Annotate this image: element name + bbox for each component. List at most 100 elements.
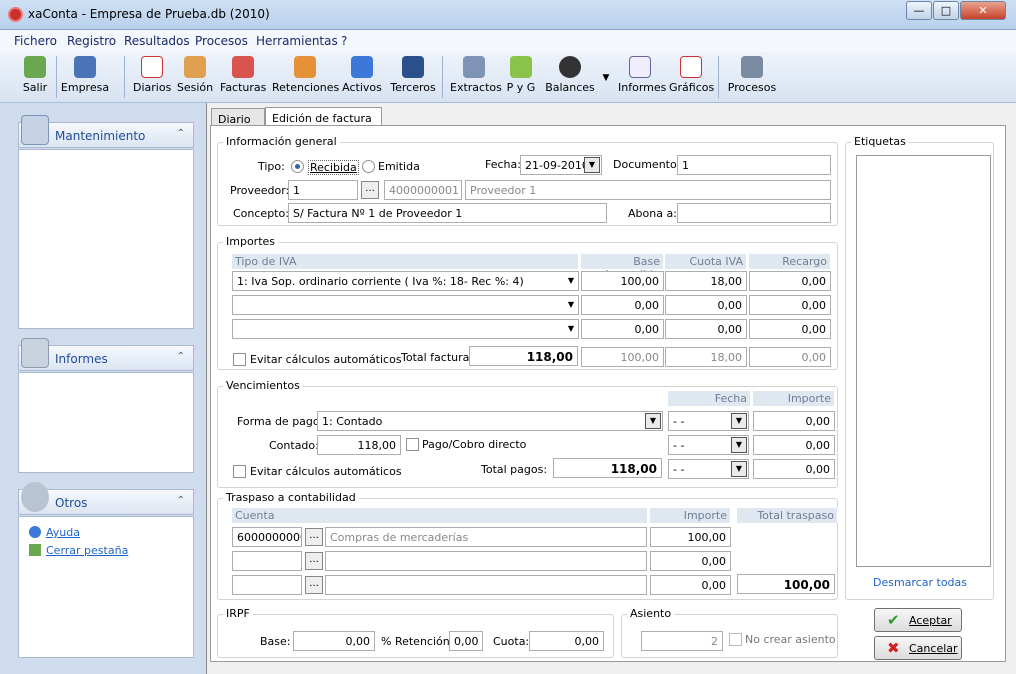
menu-resultados[interactable]: Resultados [124,34,190,48]
chart-icon [680,56,702,78]
recibida-radio[interactable] [291,160,304,173]
tipo-iva-select-1[interactable]: 1: Iva Sop. ordinario corriente ( Iva %:… [232,271,579,291]
sesion-button[interactable]: Sesión [176,56,214,100]
salir-button[interactable]: Salir [18,56,52,100]
evitar-calculos-checkbox[interactable] [233,353,246,366]
fecha-picker[interactable]: 21-09-2010 ▼ [520,155,602,175]
collapse-icon[interactable]: ⌃ [177,128,185,139]
venc-importe-3[interactable]: 0,00 [753,459,835,479]
cuenta-3[interactable] [232,575,302,595]
recargo-2[interactable]: 0,00 [749,295,831,315]
cuota-2[interactable]: 0,00 [665,295,747,315]
cuenta-2[interactable] [232,551,302,571]
venc-importe-1[interactable]: 0,00 [753,411,835,431]
venc-importe-2[interactable]: 0,00 [753,435,835,455]
balances-button[interactable]: Balances [545,56,595,100]
collapse-icon[interactable]: ⌃ [177,351,185,362]
col-traspaso-importe: Importe [650,508,731,523]
proveedor-lookup-button[interactable]: ... [361,181,379,199]
abona-field[interactable] [677,203,831,223]
recargo-1[interactable]: 0,00 [749,271,831,291]
chevron-down-icon: ▼ [567,276,574,285]
menu-registro[interactable]: Registro [67,34,116,48]
mantenimiento-header[interactable]: Mantenimiento ⌃ [18,115,194,148]
proveedor-field[interactable]: 1 [288,180,358,200]
pyg-button[interactable]: P y G [505,56,537,100]
aceptar-button[interactable]: ✔ Aceptar [874,608,962,632]
tipo-iva-select-2[interactable]: ▼ [232,295,579,315]
maximize-button[interactable]: □ [933,1,959,20]
chevron-down-icon: ▼ [731,461,747,477]
documento-field[interactable]: 1 [677,155,831,175]
pago-directo-checkbox[interactable] [406,438,419,451]
retenciones-button[interactable]: Retenciones [272,56,339,100]
extractos-button[interactable]: Extractos [450,56,502,100]
terceros-button[interactable]: Terceros [389,56,437,100]
building-icon [74,56,96,78]
concepto-field[interactable]: S/ Factura Nº 1 de Proveedor 1 [288,203,607,223]
cerrar-pestana-link[interactable]: Cerrar pestaña [29,544,128,557]
col-cuota: Cuota IVA [665,254,747,269]
asiento-numero: 2 [641,631,723,651]
irpf-base[interactable]: 0,00 [293,631,375,651]
balances-dropdown[interactable]: ▼ [599,56,613,100]
graficos-button[interactable]: Gráficos [669,56,714,100]
diarios-button[interactable]: Diarios [133,56,171,100]
col-base: Base imponible [581,254,664,281]
yin-yang-icon [559,56,581,78]
cuota-1[interactable]: 18,00 [665,271,747,291]
informes-button[interactable]: Informes [618,56,666,100]
title-bar: xaConta - Empresa de Prueba.db (2010) — … [0,0,1016,30]
cuenta-lookup-3[interactable]: ... [305,576,323,594]
sum-base: 100,00 [581,347,664,367]
forma-pago-select[interactable]: 1: Contado ▼ [317,411,663,431]
menu-help[interactable]: ? [341,34,347,48]
check-icon: ✔ [887,611,900,629]
venc-fecha-3[interactable]: - - ▼ [668,459,749,479]
close-tab-icon [29,544,41,556]
venc-fecha-2[interactable]: - - ▼ [668,435,749,455]
menu-herramientas[interactable]: Herramientas [256,34,338,48]
traspaso-importe-3[interactable]: 0,00 [650,575,731,595]
recargo-3[interactable]: 0,00 [749,319,831,339]
activos-button[interactable]: Activos [342,56,382,100]
close-button[interactable]: ✕ [960,1,1006,20]
informes-header[interactable]: Informes ⌃ [18,338,194,371]
empresa-button[interactable]: Empresa [60,56,110,100]
cuota-3[interactable]: 0,00 [665,319,747,339]
menu-fichero[interactable]: Fichero [14,34,57,48]
report-box-icon [21,338,49,368]
base-3[interactable]: 0,00 [581,319,664,339]
traspaso-importe-2[interactable]: 0,00 [650,551,731,571]
venc-fecha-1[interactable]: - - ▼ [668,411,749,431]
traspaso-importe-1[interactable]: 100,00 [650,527,731,547]
no-crear-asiento-checkbox[interactable] [729,633,742,646]
etiquetas-list[interactable] [856,155,991,567]
minimize-button[interactable]: — [906,1,932,20]
contado-field[interactable]: 118,00 [317,435,401,455]
evitar-calculos-venc-checkbox[interactable] [233,465,246,478]
app-icon [8,7,23,22]
emitida-radio[interactable] [362,160,375,173]
mantenimiento-pane [18,149,194,329]
irpf-cuota[interactable]: 0,00 [529,631,604,651]
desmarcar-todas-link[interactable]: Desmarcar todas [873,576,967,589]
cuenta-lookup-1[interactable]: ... [305,528,323,546]
procesos-button[interactable]: Procesos [727,56,777,100]
collapse-icon[interactable]: ⌃ [177,495,185,506]
menu-procesos[interactable]: Procesos [195,34,248,48]
facturas-button[interactable]: Facturas [220,56,266,100]
cuenta-lookup-2[interactable]: ... [305,552,323,570]
otros-header[interactable]: Otros ⌃ [18,482,194,515]
base-1[interactable]: 100,00 [581,271,664,291]
col-fecha: Fecha [668,391,751,406]
col-importe: Importe [753,391,835,406]
cuenta-1[interactable]: 6000000000 [232,527,302,547]
base-2[interactable]: 0,00 [581,295,664,315]
col-total-traspaso: Total traspaso [737,508,838,523]
cancelar-button[interactable]: ✖ Cancelar [874,636,962,660]
ayuda-link[interactable]: Ayuda [29,526,80,539]
cuenta-nombre-1: Compras de mercaderías [325,527,647,547]
tipo-iva-select-3[interactable]: ▼ [232,319,579,339]
irpf-retencion[interactable]: 0,00 [449,631,483,651]
